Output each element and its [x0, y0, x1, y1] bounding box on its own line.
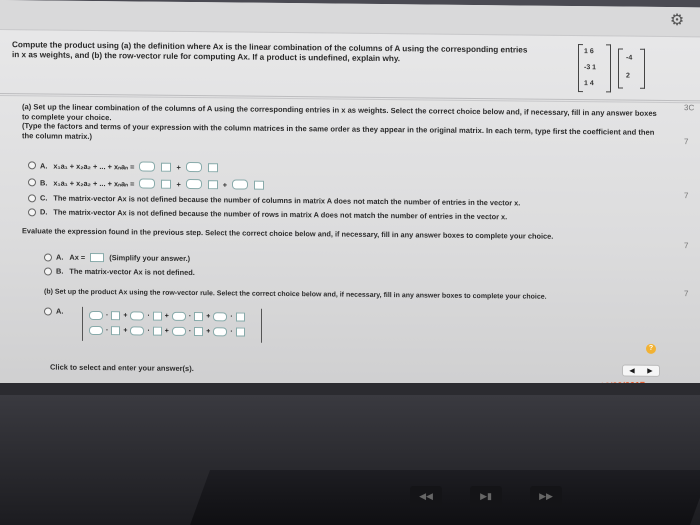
choice-d-text: The matrix-vector Ax is not defined beca…: [53, 207, 508, 222]
evaluate-instruction: Evaluate the expression found in the pre…: [22, 226, 554, 241]
answer-box[interactable]: [207, 179, 218, 189]
answer-box[interactable]: [139, 178, 156, 189]
choice-a-row[interactable]: A. x₁a₁ + x₂a₂ + ... + xₙaₙ = +: [28, 160, 219, 173]
choice-letter: C.: [40, 193, 48, 203]
keyboard-key: ◀◀: [410, 486, 442, 506]
choice-b-text: x₁a₁ + x₂a₂ + ... + xₙaₙ =: [53, 178, 135, 188]
edge-mark: 7: [684, 191, 689, 201]
matrix-display: 1 6 -3 1 1 4 -4 2: [578, 44, 658, 93]
question-nav[interactable]: ◀ ▶: [622, 364, 660, 377]
evaluate-choice-a[interactable]: A. Ax = (Simplify your answer.): [44, 252, 190, 263]
answer-box[interactable]: [89, 310, 103, 321]
part-b-instruction: (b) Set up the product Ax using the row-…: [44, 288, 547, 301]
matrix-row: 1 6: [584, 48, 594, 56]
radio-choice-a[interactable]: [28, 161, 36, 170]
radio-choice-b[interactable]: [28, 178, 36, 187]
answer-box[interactable]: [213, 312, 228, 322]
answer-box[interactable]: [171, 326, 186, 336]
vector-left-bracket: [618, 48, 623, 89]
answer-box[interactable]: [130, 311, 145, 321]
vector-entry: -4: [626, 54, 633, 62]
choice-letter: A.: [56, 252, 64, 262]
eval-a-hint: (Simplify your answer.): [109, 253, 191, 263]
answer-box[interactable]: [254, 180, 265, 190]
matrix-answer-row: · + · + · + ·: [89, 325, 245, 337]
answer-box[interactable]: [194, 312, 204, 322]
radio-choice-c[interactable]: [28, 193, 36, 202]
answer-box[interactable]: [130, 326, 145, 336]
matrix-right-bracket: [606, 44, 611, 93]
choice-letter: B.: [56, 266, 64, 276]
choice-c-row[interactable]: C. The matrix-vector Ax is not defined b…: [28, 193, 520, 207]
matrix-answer-row: · + · + · + ·: [89, 310, 245, 322]
keyboard-key: ▶▮: [470, 486, 502, 506]
eval-a-text: Ax =: [69, 252, 86, 262]
answer-box[interactable]: [185, 161, 202, 173]
answer-box[interactable]: [152, 326, 162, 336]
top-toolbar: ⚙: [0, 0, 700, 38]
radio-eval-b[interactable]: [44, 266, 52, 276]
answer-box[interactable]: [235, 312, 245, 322]
answer-box[interactable]: [235, 327, 245, 337]
radio-eval-a[interactable]: [44, 252, 52, 262]
divider: [0, 93, 700, 102]
answer-box[interactable]: [194, 327, 204, 337]
choice-d-row[interactable]: D. The matrix-vector Ax is not defined b…: [28, 207, 507, 221]
choice-c-text: The matrix-vector Ax is not defined beca…: [53, 193, 521, 208]
next-arrow-icon[interactable]: ▶: [647, 367, 652, 375]
laptop-bezel: [0, 383, 700, 395]
edge-mark: 7: [684, 241, 689, 251]
part-a-instructions: (a) Set up the linear combination of the…: [22, 102, 662, 147]
vector-entry: 2: [626, 72, 630, 80]
vector-right-bracket: [640, 48, 645, 89]
answer-box[interactable]: [111, 326, 121, 336]
row-vector-matrix: · + · + · + · · + · + · + ·: [82, 306, 262, 343]
edge-mark: 7: [684, 137, 689, 147]
part-b-choice-a[interactable]: A.: [44, 306, 65, 316]
matrix-row: -3 1: [584, 64, 597, 72]
answer-box[interactable]: [111, 311, 121, 321]
matrix-row: 1 4: [584, 80, 594, 88]
screen: ⚙ Compute the product using (a) the defi…: [0, 0, 700, 396]
choice-letter: B.: [40, 177, 48, 187]
answer-box[interactable]: [152, 311, 162, 321]
answer-box[interactable]: [90, 252, 105, 263]
edge-mark: 3C: [684, 103, 695, 113]
eval-b-text: The matrix-vector Ax is not defined.: [69, 266, 195, 278]
choice-letter: D.: [40, 207, 48, 217]
radio-choice-d[interactable]: [28, 207, 36, 216]
answer-box[interactable]: [213, 327, 228, 337]
answer-box[interactable]: [232, 179, 249, 190]
edge-mark: 7: [684, 289, 689, 299]
choice-a-text: x₁a₁ + x₂a₂ + ... + xₙaₙ =: [53, 161, 135, 171]
answer-box[interactable]: [161, 162, 172, 172]
function-key-row: [189, 470, 700, 525]
choice-letter: A.: [56, 306, 64, 316]
radio-partb-a[interactable]: [44, 306, 52, 316]
question-text: Compute the product using (a) the defini…: [12, 40, 528, 64]
keyboard-key: ▶▶: [530, 486, 562, 506]
choice-b-row[interactable]: B. x₁a₁ + x₂a₂ + ... + xₙaₙ = + +: [28, 177, 265, 190]
choice-letter: A.: [40, 160, 48, 170]
answer-box[interactable]: [207, 162, 218, 172]
footer-instruction: Click to select and enter your answer(s)…: [50, 362, 194, 374]
help-icon[interactable]: ?: [646, 343, 656, 354]
answer-box[interactable]: [185, 178, 202, 190]
answer-box[interactable]: [161, 179, 172, 189]
evaluate-choice-b[interactable]: B. The matrix-vector Ax is not defined.: [44, 266, 195, 277]
prev-arrow-icon[interactable]: ◀: [629, 367, 634, 375]
answer-box[interactable]: [139, 161, 156, 172]
gear-icon[interactable]: ⚙: [668, 12, 686, 30]
answer-box[interactable]: [89, 325, 103, 336]
matrix-left-bracket: [578, 44, 583, 93]
answer-box[interactable]: [171, 311, 186, 321]
